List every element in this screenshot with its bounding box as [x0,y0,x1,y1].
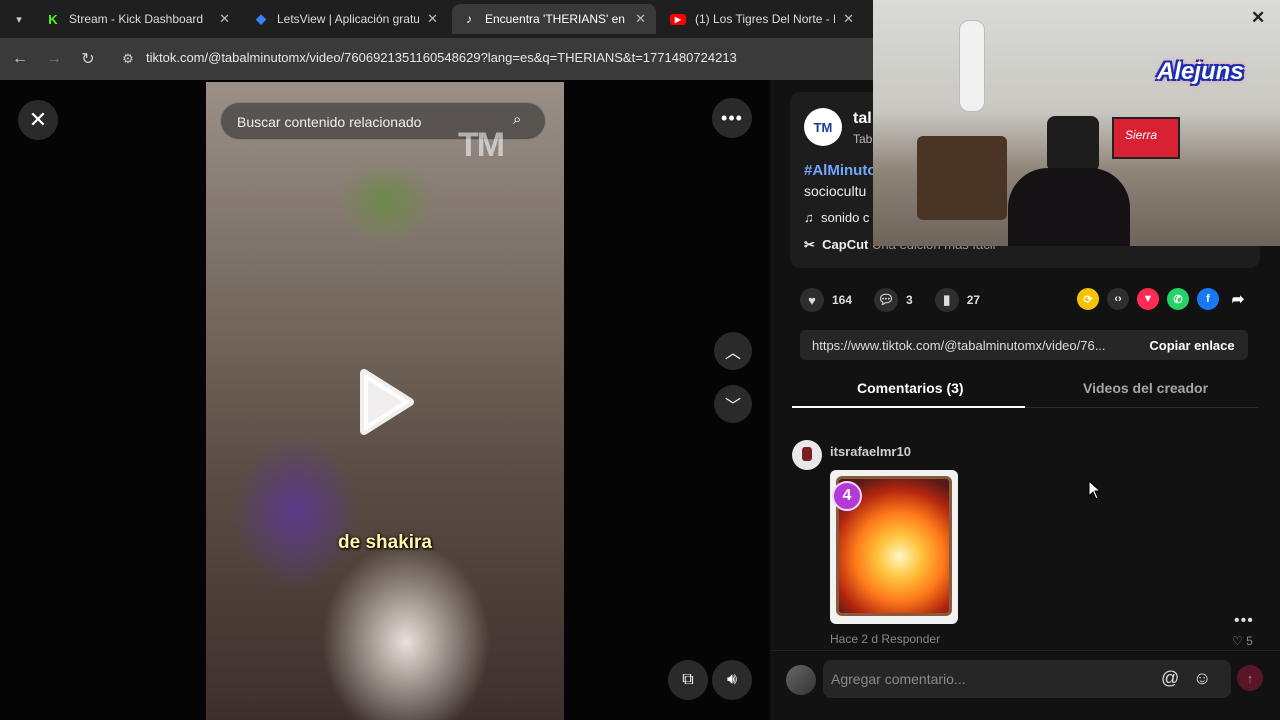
kick-icon: K [48,11,58,27]
creator-subtitle: Tab [853,132,873,146]
engagement-actions: ♥ 164 💬︎ 3 ▮ 27 [800,288,1002,312]
mouse-cursor-icon [1088,480,1102,500]
next-video-button[interactable]: ﹀ [714,385,752,423]
capcut-label: CapCut [822,237,869,252]
previous-video-button[interactable]: ︿ [714,332,752,370]
like-button[interactable]: ♥ 164 [800,288,852,312]
comment-more-icon[interactable]: ••• [1234,612,1254,630]
mention-icon[interactable]: @ [1161,668,1183,690]
save-button[interactable]: ▮ 27 [934,288,981,312]
tab-creator-videos[interactable]: Videos del creador [1083,380,1208,396]
comment-count: 3 [906,293,913,307]
heart-icon: ♥ [800,288,824,312]
video-caption: de shakira [338,532,432,553]
search-icon[interactable]: ⌕ [513,111,533,131]
more-dots-icon: ••• [721,107,743,128]
forward-arrow-icon[interactable]: → [42,47,66,71]
pip-icon: ⧉ [682,671,694,688]
capcut-icon: ✂ [804,237,815,252]
tab-tiktok[interactable]: ♪ Encuentra 'THERIANS' en TikTok ✕ [452,4,656,34]
hashtag-link[interactable]: #AlMinuto [804,162,877,179]
sofa [917,136,1007,220]
punching-bag [959,20,985,112]
music-note-icon: ♫ [804,210,814,225]
creator-avatar[interactable]: TM [804,108,842,146]
comment-like-count: 5 [1246,634,1253,648]
description-text: sociocultu [804,183,867,199]
reload-icon[interactable]: ↻ [76,47,100,71]
whatsapp-icon[interactable]: ✆ [1167,288,1189,310]
volume-icon: 🔊︎ [726,671,738,688]
music-link[interactable]: ♫ sonido c [804,210,869,225]
repost-icon[interactable]: ⟳ [1077,288,1099,310]
comment-like-button[interactable]: ♡ 5 [1232,634,1253,648]
youtube-icon: ▶ [670,13,686,25]
tab-comments[interactable]: Comentarios (3) [857,380,964,396]
address-bar[interactable]: tiktok.com/@tabalminutomx/video/76069213… [146,50,737,65]
emoji-icon[interactable]: ☺ [1193,668,1215,690]
comment-avatar[interactable] [792,440,822,470]
tab-kick[interactable]: K Stream - Kick Dashboard ✕ [36,4,240,34]
comment-button[interactable]: 💬︎ 3 [874,288,913,312]
copy-link-button[interactable]: Copiar enlace [1136,330,1248,360]
close-video-button[interactable]: ✕ [18,100,58,140]
page: ▾ K Stream - Kick Dashboard ✕ ◆ LetsView… [0,0,1280,720]
send-to-friends-icon[interactable]: ▼ [1137,288,1159,310]
tab-close-icon[interactable]: ✕ [635,11,646,27]
streamer [1008,168,1130,246]
facebook-icon[interactable]: f [1197,288,1219,310]
video-watermark: TM [458,126,505,164]
arrow-up-icon: ↑ [1246,670,1254,686]
close-icon: ✕ [28,107,48,132]
elixir-badge: 4 [832,481,862,511]
close-icon[interactable]: ✕ [1251,8,1271,28]
share-arrow-icon[interactable]: ➦ [1227,288,1249,310]
comment-meta[interactable]: Hace 2 d Responder [830,632,940,646]
tab-title: LetsView | Aplicación gratuita [277,12,420,26]
active-tab-underline [792,406,1025,408]
floating-player-button[interactable]: ⧉ [668,660,708,700]
related-search-placeholder: Buscar contenido relacionado [237,114,422,130]
comment-username[interactable]: itsrafaelmr10 [830,444,911,459]
gaming-chair [1047,116,1099,172]
more-options-button[interactable]: ••• [712,98,752,138]
tab-close-icon[interactable]: ✕ [219,11,230,27]
volume-button[interactable]: 🔊︎ [712,660,752,700]
heart-outline-icon: ♡ [1232,634,1243,648]
share-link-url[interactable]: https://www.tiktok.com/@tabalminutomx/vi… [812,338,1130,353]
tab-close-icon[interactable]: ✕ [843,11,854,27]
tv-text: Sierra [1125,128,1158,142]
streamer-logo: Alejuns [1157,58,1244,85]
letsview-icon: ◆ [256,11,266,26]
my-avatar [786,665,816,695]
music-title: sonido c [820,210,870,225]
site-settings-icon[interactable]: ⚙ [118,49,138,69]
tab-title: Encuentra 'THERIANS' en TikTok [485,12,627,26]
send-comment-button[interactable]: ↑ [1237,665,1263,691]
tab-youtube[interactable]: ▶ (1) Los Tigres Del Norte - No ✕ [660,4,864,34]
save-count: 27 [966,293,981,307]
creator-name[interactable]: tal [853,110,872,128]
add-comment-bar: Agregar comentario... @ ☺ ↑ [770,650,1280,720]
tab-title: Stream - Kick Dashboard [69,12,204,26]
tab-close-icon[interactable]: ✕ [427,11,438,27]
panel-tabs: Comentarios (3) Videos del creador [792,370,1258,408]
tiktok-icon: ♪ [466,12,472,26]
like-count: 164 [832,293,853,307]
comment-placeholder: Agregar comentario... [831,671,966,687]
tab-letsview[interactable]: ◆ LetsView | Aplicación gratuita ✕ [244,4,448,34]
tab-search-icon[interactable]: ▾ [8,8,30,30]
tab-title: (1) Los Tigres Del Norte - No [695,12,836,26]
video-player[interactable]: Buscar contenido relacionado ⌕ TM de sha… [206,82,564,720]
webcam-overlay: Sierra Alejuns ✕ [873,0,1280,246]
comment-bubble-icon: 💬︎ [874,288,899,312]
embed-icon[interactable]: ‹› [1107,288,1129,310]
comment-input[interactable]: Agregar comentario... @ ☺ [823,660,1231,698]
play-icon[interactable] [356,367,416,437]
chevron-up-icon: ︿ [724,345,741,362]
bookmark-icon: ▮ [934,288,959,312]
chevron-down-icon: ﹀ [724,398,741,415]
back-arrow-icon[interactable]: ← [8,47,32,71]
share-link-box: https://www.tiktok.com/@tabalminutomx/vi… [800,330,1248,360]
